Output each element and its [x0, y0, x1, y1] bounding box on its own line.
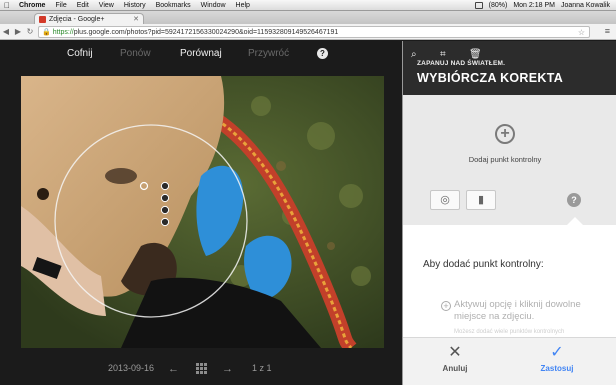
url-text: plus.google.com/photos?pid=5924172156330…: [73, 28, 339, 36]
add-control-point-label[interactable]: Dodaj punkt kontrolny: [403, 155, 607, 164]
filmstrip-bar: 2013-09-16 ← → 1 z 1: [0, 359, 402, 379]
trash-icon[interactable]: 🗑: [469, 49, 482, 60]
bookmark-star-icon[interactable]: ☆: [578, 28, 585, 37]
menu-file[interactable]: File: [50, 2, 71, 9]
cancel-button[interactable]: ✕ Anuluj: [425, 344, 485, 373]
zoom-icon[interactable]: ⌕: [411, 49, 417, 60]
redo-button[interactable]: Ponów: [120, 48, 151, 59]
wifi-icon[interactable]: [474, 1, 483, 9]
check-icon: ✓: [550, 344, 564, 361]
panel-footer: ✕ Anuluj ✓ Zastosuj: [403, 337, 616, 385]
grid-view-icon[interactable]: [196, 363, 207, 374]
tab-close-icon[interactable]: ✕: [133, 15, 139, 23]
browser-toolbar: ◀ ▶ ↻ 🔒 https:// plus.google.com/photos?…: [0, 24, 616, 40]
add-step-icon: +: [441, 301, 451, 311]
apply-button[interactable]: ✓ Zastosuj: [527, 344, 587, 373]
photo-canvas[interactable]: [21, 76, 384, 348]
menu-edit[interactable]: Edit: [72, 2, 94, 9]
help-card-hint: Możesz dodać wiele punktów kontrolnych: [454, 329, 565, 335]
crop-icon[interactable]: ⌗: [440, 49, 446, 60]
menu-bookmarks[interactable]: Bookmarks: [151, 2, 196, 9]
browser-tabstrip: Zdjęcia - Google+ ✕: [0, 11, 616, 24]
forward-icon[interactable]: ▶: [12, 27, 24, 36]
help-card-title: Aby dodać punkt kontrolny:: [423, 259, 544, 270]
tab-title: Zdjęcia - Google+: [49, 15, 105, 23]
help-card: Aby dodać punkt kontrolny: + Aktywuj opc…: [403, 225, 616, 337]
photo-counter: 1 z 1: [252, 363, 272, 373]
cancel-label: Anuluj: [442, 364, 468, 373]
help-icon[interactable]: ?: [567, 193, 581, 207]
panel-tagline: ZAPANUJ NAD ŚWIATŁEM.: [417, 60, 506, 67]
mac-menubar:  Chrome File Edit View History Bookmark…: [0, 0, 616, 11]
panel-title: WYBIÓRCZA KOREKTA: [417, 71, 564, 85]
apple-menu-icon[interactable]: : [0, 1, 14, 10]
reload-icon[interactable]: ↻: [24, 27, 36, 36]
help-card-pointer: [567, 217, 583, 225]
lock-icon: 🔒: [42, 29, 51, 36]
panel-header: ⌕ ⌗ 🗑 ZAPANUJ NAD ŚWIATŁEM. WYBIÓRCZA KO…: [403, 41, 616, 95]
menu-help[interactable]: Help: [231, 2, 255, 9]
photo-editor: Cofnij Ponów Porównaj Przywróć ? 2013-09…: [0, 41, 402, 385]
menu-chrome[interactable]: Chrome: [14, 2, 50, 9]
address-bar[interactable]: 🔒 https:// plus.google.com/photos?pid=59…: [38, 26, 590, 38]
menu-view[interactable]: View: [94, 2, 119, 9]
menubar-user[interactable]: Joanna Kowalik: [561, 2, 610, 9]
close-icon: ✕: [448, 344, 462, 361]
copy-control-point-button[interactable]: ◎: [430, 190, 460, 210]
back-icon[interactable]: ◀: [0, 27, 12, 36]
photo-image[interactable]: [21, 76, 384, 348]
editor-actions: Cofnij Ponów Porównaj Przywróć ?: [0, 46, 402, 62]
restore-button[interactable]: Przywróć: [248, 48, 289, 59]
prev-photo-icon[interactable]: ←: [168, 363, 179, 375]
battery-status[interactable]: (80%): [489, 2, 508, 9]
photo-date: 2013-09-16: [108, 363, 155, 373]
edit-panel: ⌕ ⌗ 🗑 ZAPANUJ NAD ŚWIATŁEM. WYBIÓRCZA KO…: [402, 41, 616, 385]
add-control-point-icon[interactable]: +: [495, 124, 515, 144]
undo-button[interactable]: Cofnij: [67, 48, 93, 59]
help-card-text: Aktywuj opcję i kliknij dowolne miejsce …: [454, 299, 581, 322]
help-icon[interactable]: ?: [317, 48, 328, 59]
google-plus-favicon-icon: [39, 15, 46, 23]
url-scheme: https://: [52, 28, 74, 36]
chrome-menu-icon[interactable]: ≡: [605, 26, 610, 36]
next-photo-icon[interactable]: →: [222, 363, 233, 375]
menubar-clock[interactable]: Mon 2:18 PM: [513, 2, 555, 9]
browser-tab[interactable]: Zdjęcia - Google+ ✕: [34, 13, 144, 24]
menu-window[interactable]: Window: [196, 2, 231, 9]
menu-history[interactable]: History: [119, 2, 151, 9]
compare-button[interactable]: Porównaj: [180, 48, 222, 59]
apply-label: Zastosuj: [540, 364, 574, 373]
delete-control-point-button[interactable]: ▮: [466, 190, 496, 210]
